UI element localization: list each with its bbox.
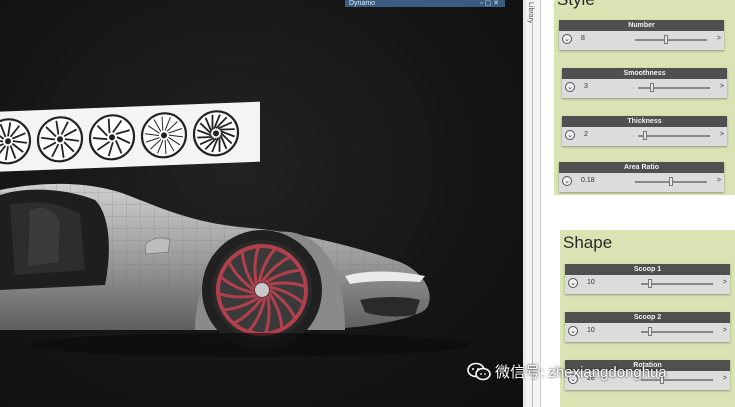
node-number[interactable]: Number ⌄ 8 > (559, 20, 724, 50)
node-title: Area Ratio (559, 162, 724, 173)
output-port-icon[interactable]: > (717, 177, 721, 184)
dynamo-graph-canvas[interactable]: Style Number ⌄ 8 > Smoothness ⌄ 3 > Thic… (541, 0, 735, 407)
slider-thumb[interactable] (669, 177, 673, 186)
side-rule (532, 22, 533, 407)
slider-thumb[interactable] (643, 131, 648, 140)
node-value: 8 (581, 35, 585, 42)
node-value: 10 (587, 327, 595, 334)
library-side-tab[interactable]: Library (526, 0, 541, 407)
output-port-icon[interactable]: > (720, 83, 724, 90)
output-port-icon[interactable]: > (717, 35, 721, 42)
slider-thumb[interactable] (650, 83, 655, 92)
wechat-watermark: 微信号: zhexiangdonghua (467, 361, 667, 382)
slider-track[interactable] (641, 331, 713, 333)
output-port-icon[interactable]: > (723, 327, 727, 334)
slider-track[interactable] (638, 87, 710, 89)
slider-thumb[interactable] (647, 279, 652, 288)
node-scoop-1[interactable]: Scoop 1 ⌄ 10 > (565, 264, 730, 294)
node-value: 3 (584, 83, 588, 90)
chevron-down-icon[interactable]: ⌄ (568, 278, 578, 288)
slider-track[interactable] (641, 283, 713, 285)
output-port-icon[interactable]: > (723, 375, 727, 382)
node-scoop-2[interactable]: Scoop 2 ⌄ 10 > (565, 312, 730, 342)
node-value: 2 (584, 131, 588, 138)
node-area-ratio[interactable]: Area Ratio ⌄ 0.18 > (559, 162, 724, 192)
node-smoothness[interactable]: Smoothness ⌄ 3 > (562, 68, 727, 98)
3d-viewport[interactable]: Dynamo ▫ ▢ ✕ (0, 0, 523, 407)
slider-track[interactable] (638, 135, 710, 137)
slider-thumb[interactable] (663, 35, 668, 44)
chevron-down-icon[interactable]: ⌄ (565, 130, 575, 140)
node-title: Scoop 1 (565, 264, 730, 275)
node-value: 10 (587, 279, 595, 286)
group-title: Shape (563, 233, 613, 252)
watermark-text: 微信号: zhexiangdonghua (495, 364, 667, 381)
chevron-down-icon[interactable]: ⌄ (568, 326, 578, 336)
chevron-down-icon[interactable]: ⌄ (565, 82, 575, 92)
group-style[interactable]: Style Number ⌄ 8 > Smoothness ⌄ 3 > Thic… (554, 0, 735, 195)
node-thickness[interactable]: Thickness ⌄ 2 > (562, 116, 727, 146)
node-title: Number (559, 20, 724, 31)
node-title: Smoothness (562, 68, 727, 79)
output-port-icon[interactable]: > (723, 279, 727, 286)
node-title: Thickness (562, 116, 727, 127)
library-tab-label: Library (527, 2, 534, 24)
slider-track[interactable] (635, 39, 707, 41)
output-port-icon[interactable]: > (720, 131, 724, 138)
slider-thumb[interactable] (647, 327, 652, 336)
node-title: Scoop 2 (565, 312, 730, 323)
group-title: Style (557, 0, 595, 10)
wechat-icon (467, 362, 491, 380)
node-value: 0.18 (581, 177, 595, 184)
car-model (0, 183, 470, 357)
chevron-down-icon[interactable]: ⌄ (562, 34, 572, 44)
chevron-down-icon[interactable]: ⌄ (562, 176, 572, 186)
